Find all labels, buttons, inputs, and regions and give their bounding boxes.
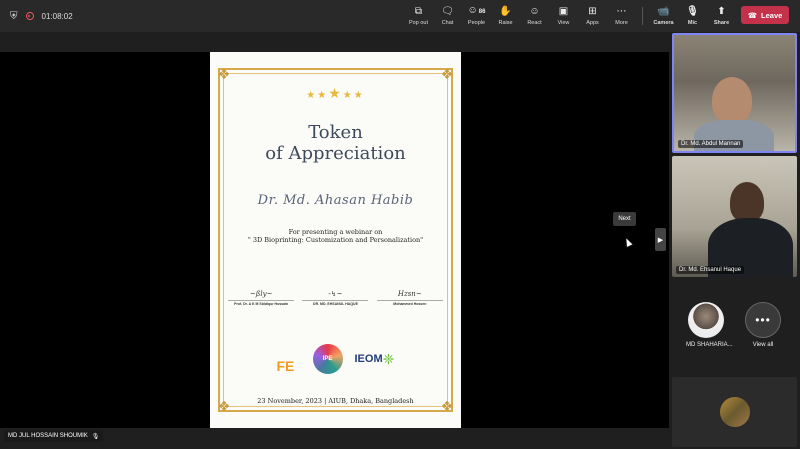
phone-hangup-icon: ☎: [747, 10, 758, 20]
share-button[interactable]: ⬆ Share: [707, 0, 736, 32]
shield-icon: ⛨: [10, 10, 18, 22]
next-page-button[interactable]: ▶: [655, 228, 666, 251]
certificate-title: Token of Appreciation: [265, 122, 406, 164]
raise-hand-button[interactable]: ✋ Raise: [491, 0, 520, 32]
star-icon: ★: [317, 90, 329, 101]
people-button[interactable]: ☺86 People: [462, 0, 491, 32]
recipient-name: Dr. Md. Ahasan Habib: [257, 193, 414, 208]
star-icon: ★: [342, 90, 354, 101]
mic-icon: 🎙: [91, 433, 100, 440]
popout-icon: ⧉: [414, 5, 423, 17]
signatures: ~ßly~ Prof. Dr. A K M Siddiqur Hossain -…: [224, 290, 447, 306]
signature-image: -↯~: [328, 290, 343, 298]
toolbar-actions: ⧉ Pop out 🗨 Chat ☺86 People ✋ Raise ☺ Re…: [404, 0, 736, 32]
ipe-logo: IPE: [312, 344, 343, 374]
fe-logo: FE: [276, 358, 295, 374]
participant-video-tile[interactable]: Dr. Md. Ehsanul Haque: [672, 156, 797, 277]
people-count: 86: [478, 9, 486, 15]
participant-video: [730, 182, 764, 222]
more-dots-icon: ⋯: [616, 5, 627, 17]
elapsed-time: 01:08:02: [41, 11, 73, 21]
leave-button[interactable]: ☎ Leave: [741, 6, 789, 24]
view-button[interactable]: ▣ View: [549, 0, 578, 32]
people-icon: ☺86: [467, 5, 486, 16]
meeting-status: ⛨ 01:08:02: [0, 11, 73, 22]
react-button[interactable]: ☺ React: [520, 0, 549, 32]
smiley-icon: ☺: [529, 5, 540, 17]
star-icon: ★: [328, 85, 343, 101]
signature-image: Hzsn~: [397, 290, 422, 298]
ornament-icon: ❖: [217, 66, 231, 82]
share-icon: ⬆: [717, 5, 726, 17]
participant-video-tile[interactable]: Dr. Md. Abdul Mannan: [672, 33, 797, 153]
participant-avatar-item[interactable]: MD SHAHARIA...: [686, 302, 733, 348]
certificate-document: ❖ ❖ ❖ ❖ ★★★★★ Token of Appreciation Dr. …: [210, 52, 461, 428]
participant-name: Dr. Md. Ehsanul Haque: [676, 266, 745, 274]
chat-icon: 🗨: [441, 5, 454, 17]
certificate-description: For presenting a webinar on " 3D Bioprin…: [247, 228, 424, 244]
next-tooltip: Next: [613, 212, 636, 226]
hand-icon: ✋: [499, 5, 512, 17]
avatar: [720, 397, 750, 427]
view-icon: ▣: [558, 5, 569, 17]
toolbar-divider: [642, 7, 643, 25]
certificate-footer: 23 November, 2023 | AIUB, Dhaka, Banglad…: [257, 397, 414, 405]
recording-icon: [25, 12, 34, 20]
star-icon: ★: [353, 90, 365, 101]
popout-button[interactable]: ⧉ Pop out: [404, 0, 433, 32]
participant-name: MD SHAHARIA...: [686, 342, 733, 348]
star-icon: ★: [306, 90, 318, 101]
participant-name: Dr. Md. Abdul Mannan: [678, 140, 744, 148]
ornament-icon: ❖: [440, 66, 454, 82]
meeting-toolbar: ⛨ 01:08:02 ⧉ Pop out 🗨 Chat ☺86 People ✋…: [0, 0, 800, 32]
view-all-button[interactable]: ••• View all: [743, 302, 783, 348]
presenter-name-tag: MD JUL HOSSAIN SHOUMIK 🎙: [4, 430, 104, 442]
apps-button[interactable]: ⊞ Apps: [578, 0, 607, 32]
more-button[interactable]: ⋯ More: [607, 0, 636, 32]
signature-block: ~ßly~ Prof. Dr. A K M Siddiqur Hossain: [228, 290, 295, 306]
more-dots-icon: •••: [745, 302, 781, 338]
plus-icon: ⊞: [588, 5, 597, 17]
leaf-icon: ❈: [382, 350, 395, 367]
mic-off-icon: 🎙: [686, 5, 699, 17]
stars-decoration: ★★★★★: [210, 85, 461, 102]
camera-off-icon: 📹: [657, 5, 670, 17]
self-view-tile[interactable]: [672, 377, 797, 447]
ieom-logo: IEOM ❈: [354, 350, 395, 367]
avatar: [688, 302, 724, 338]
logos-row: FE IPE IEOM ❈: [210, 344, 461, 374]
signature-block: -↯~ DR. MD. EHSANUL HAQUE: [302, 290, 369, 306]
participant-video: [694, 120, 774, 151]
participant-video: [712, 77, 752, 123]
camera-button[interactable]: 📹 Camera: [649, 0, 678, 32]
chat-button[interactable]: 🗨 Chat: [433, 0, 462, 32]
mic-button[interactable]: 🎙 Mic: [678, 0, 707, 32]
signature-image: ~ßly~: [249, 290, 273, 298]
signature-block: Hzsn~ Mohammed Hossen: [376, 290, 443, 306]
